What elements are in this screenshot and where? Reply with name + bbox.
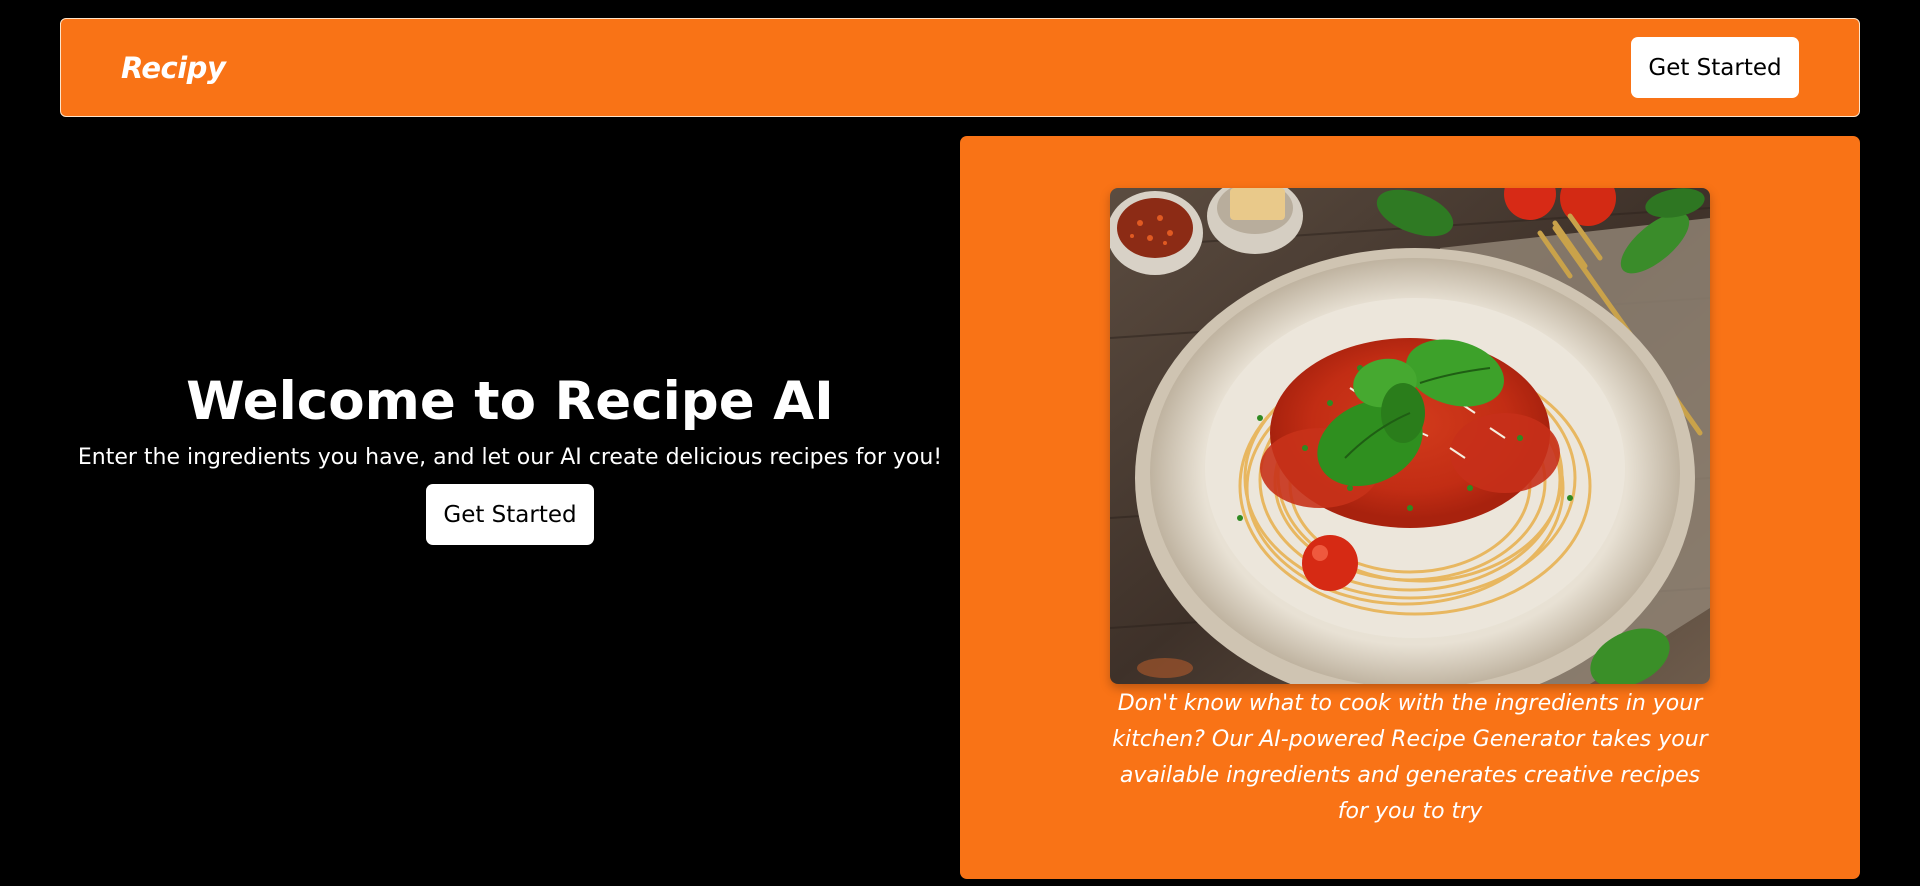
brand-logo[interactable]: Recipy — [121, 51, 226, 85]
hero-get-started-button[interactable]: Get Started — [426, 484, 594, 545]
card-description: Don't know what to cook with the ingredi… — [1112, 691, 1708, 824]
feature-card: Don't know what to cook with the ingredi… — [960, 136, 1860, 879]
hero-subtitle: Enter the ingredients you have, and let … — [77, 445, 943, 470]
hero-section: Welcome to Recipe AI Enter the ingredien… — [60, 370, 960, 545]
nav-get-started-button[interactable]: Get Started — [1631, 37, 1799, 98]
spaghetti-dish-image — [1110, 188, 1710, 684]
navbar: Recipy Get Started — [60, 18, 1860, 117]
hero-title: Welcome to Recipe AI — [186, 371, 834, 432]
